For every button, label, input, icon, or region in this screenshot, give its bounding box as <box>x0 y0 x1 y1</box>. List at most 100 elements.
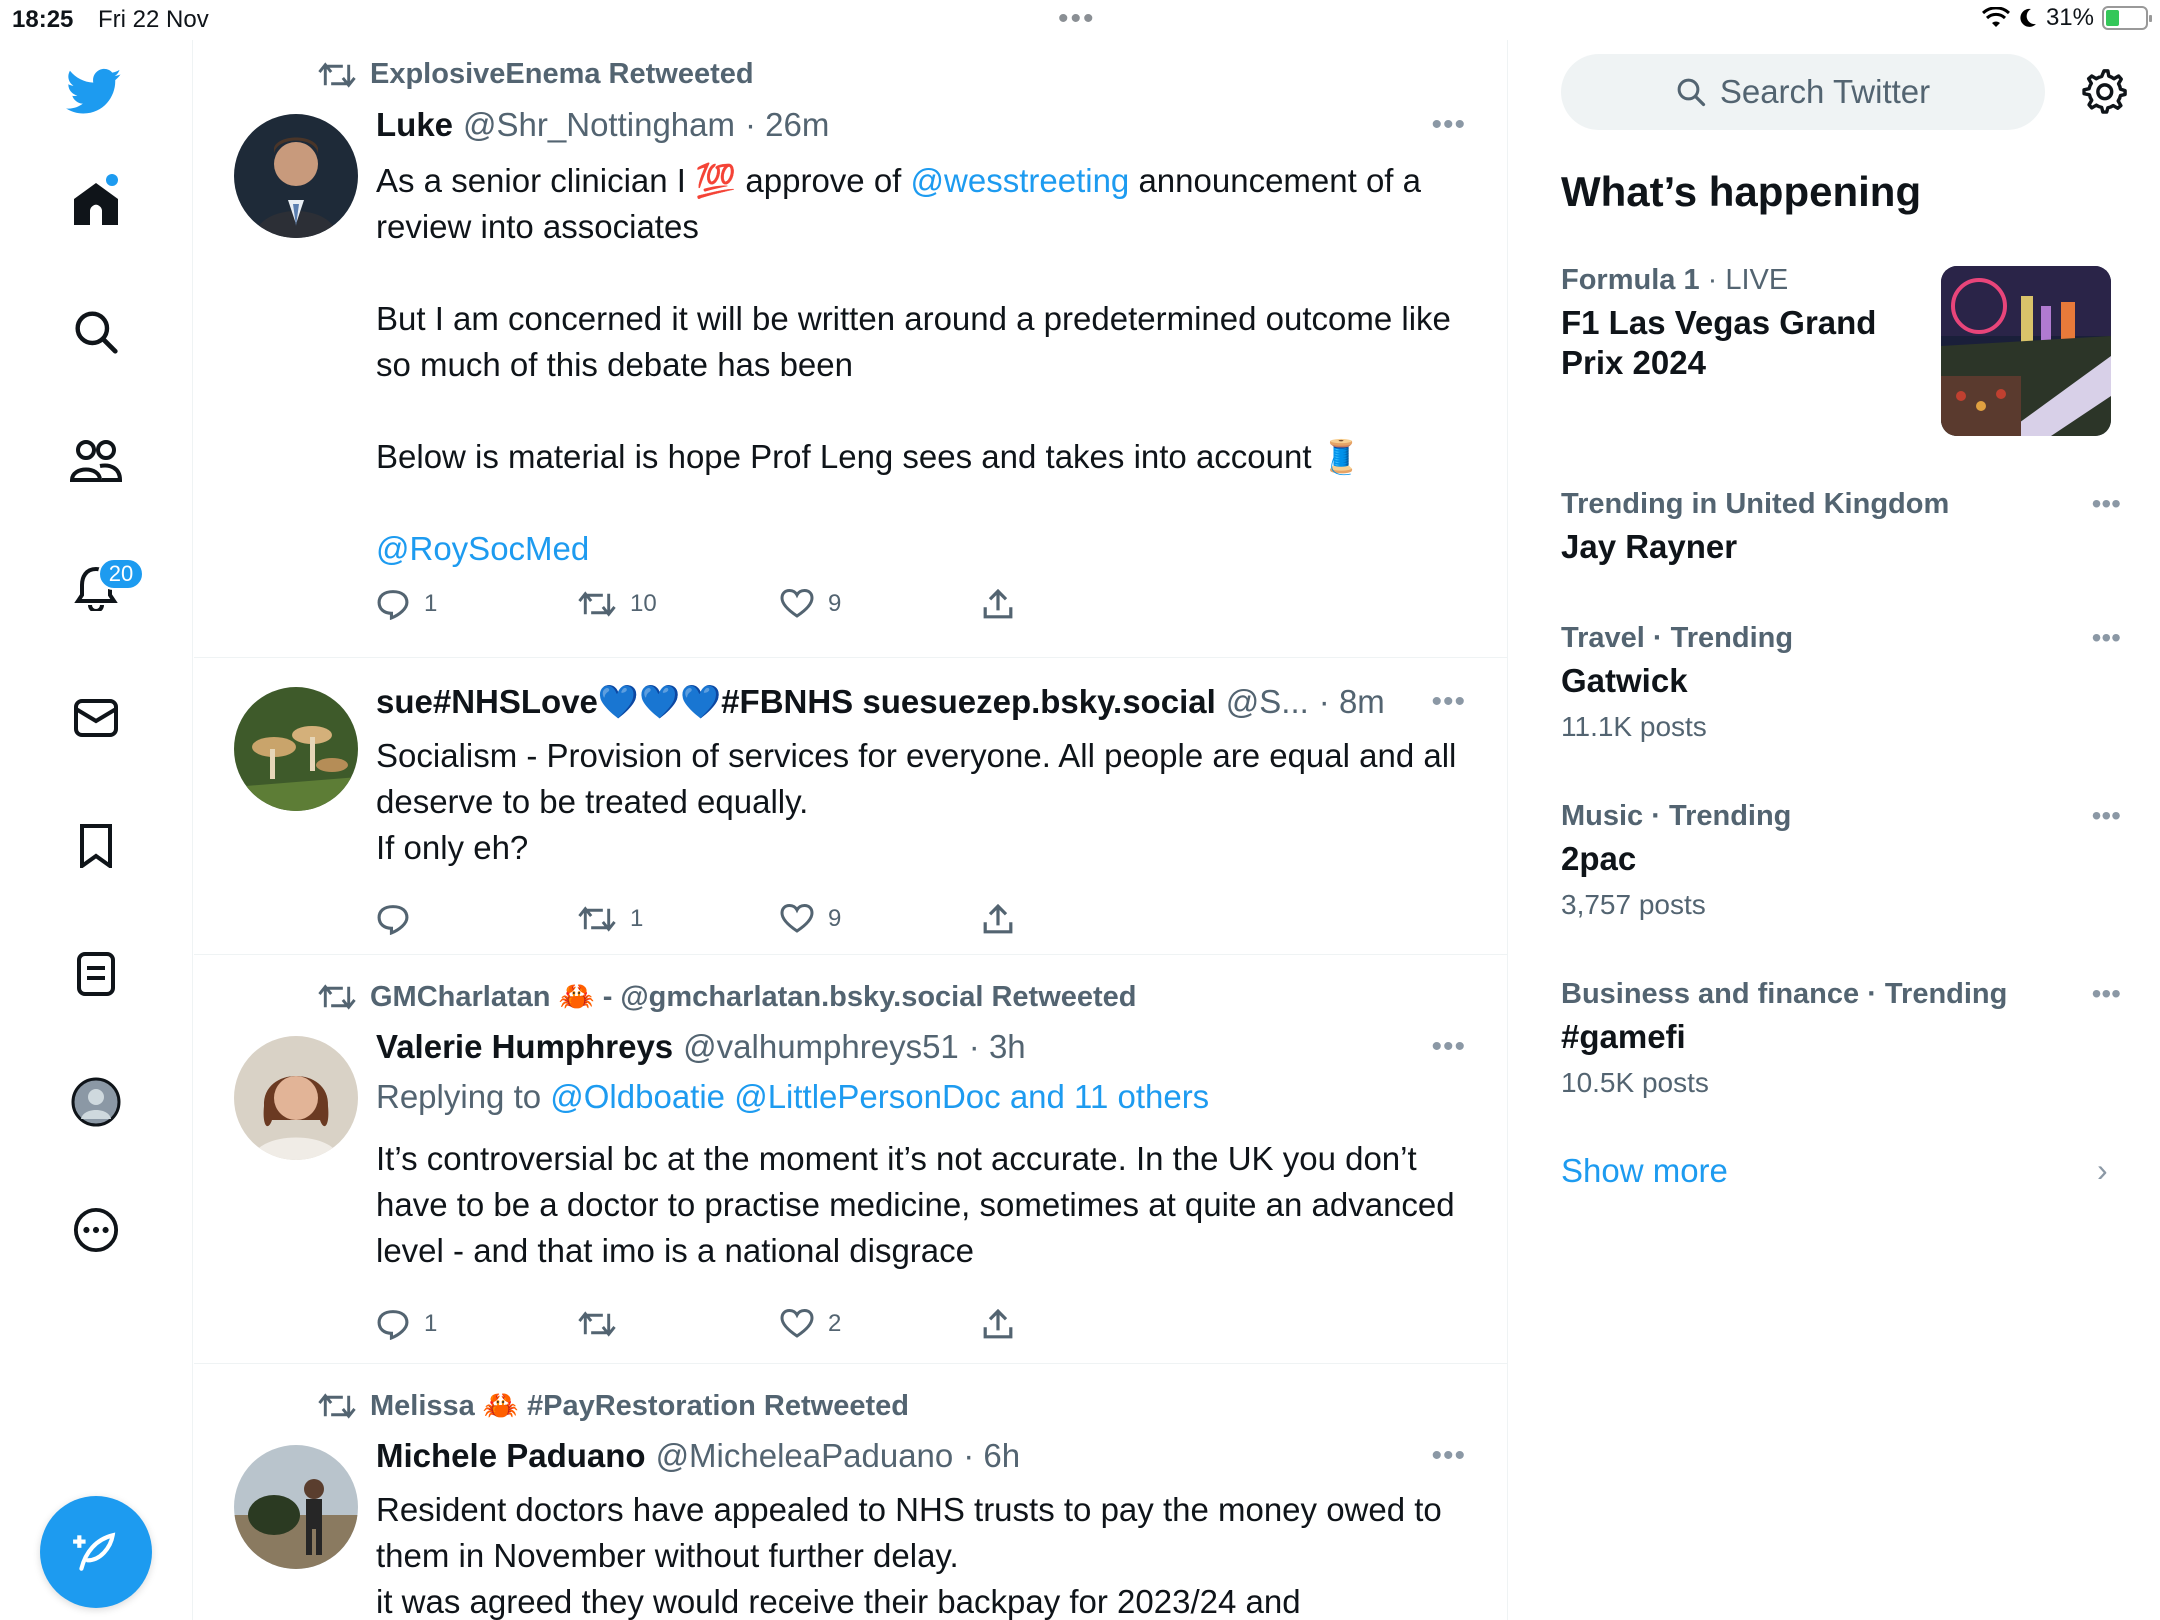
bookmarks-icon[interactable] <box>68 818 124 874</box>
trend-more-icon[interactable]: ••• <box>2092 488 2121 520</box>
trend-post-count: 3,757 posts <box>1561 889 1706 920</box>
author-handle[interactable]: @Shr_Nottingham <box>463 106 735 144</box>
profile-avatar-icon[interactable] <box>68 1074 124 1130</box>
reply-button[interactable]: 1 <box>376 1308 578 1340</box>
author-name[interactable]: Michele Paduano <box>376 1437 646 1475</box>
trend-item[interactable]: Travel · Trending Gatwick 11.1K posts ••… <box>1561 622 2121 743</box>
author-name[interactable]: Luke <box>376 106 453 144</box>
trend-title: Jay Rayner <box>1561 528 1738 565</box>
tweet[interactable]: sue#NHSLove💙💙💙#FBNHS suesuezep.bsky.soci… <box>194 659 1507 955</box>
trend-more-icon[interactable]: ••• <box>2092 622 2121 654</box>
tweet[interactable]: GMCharlatan 🦀 - @gmcharlatan.bsky.social… <box>194 956 1507 1364</box>
tweet[interactable]: ExplosiveEnema Retweeted Luke @Shr_Notti… <box>194 40 1507 658</box>
tweet-time[interactable]: · 3h <box>969 1028 1026 1066</box>
share-button[interactable] <box>982 903 1184 935</box>
battery-percent: 31% <box>2045 4 2094 31</box>
status-right: 31% <box>1981 4 2152 32</box>
trend-item[interactable]: Trending in United Kingdom Jay Rayner ••… <box>1561 488 2121 567</box>
share-icon <box>983 1308 1013 1339</box>
retweet-button[interactable] <box>578 1308 780 1340</box>
tweet-time[interactable]: · 6h <box>963 1437 1020 1475</box>
avatar[interactable] <box>234 1445 358 1569</box>
trend-item[interactable]: Business and finance · Trending #gamefi … <box>1561 978 2121 1099</box>
more-options-icon[interactable] <box>68 1202 124 1258</box>
trend-post-count: 10.5K posts <box>1561 1067 1709 1098</box>
like-count: 9 <box>828 905 842 932</box>
lists-icon[interactable] <box>68 946 124 1002</box>
status-bar: 18:25 Fri 22 Nov ••• 31% <box>0 0 2160 40</box>
settings-gear-icon[interactable] <box>2081 68 2127 119</box>
tweet-more-icon[interactable]: ••• <box>1431 1439 1466 1473</box>
retweet-icon <box>578 1311 616 1337</box>
tweet-actions: 1 9 <box>376 903 1184 935</box>
tweet-more-icon[interactable]: ••• <box>1431 685 1466 719</box>
chevron-right-icon[interactable]: › <box>2097 1152 2108 1189</box>
author-handle[interactable]: @MicheleaPaduano <box>656 1437 954 1475</box>
author-name[interactable]: sue#NHSLove💙💙💙#FBNHS suesuezep.bsky.soci… <box>376 683 1216 722</box>
replying-to: Replying to @Oldboatie @LittlePersonDoc … <box>376 1078 1209 1116</box>
trend-item[interactable]: Formula 1 · LIVE F1 Las Vegas Grand Prix… <box>1561 264 1941 383</box>
tweet-text: It’s controversial bc at the moment it’s… <box>376 1140 1455 1269</box>
twitter-bird-icon[interactable] <box>66 64 122 120</box>
messages-mail-icon[interactable] <box>68 690 124 746</box>
reply-button[interactable] <box>376 903 578 935</box>
trend-thumbnail-image[interactable] <box>1941 266 2111 436</box>
home-timeline: ExplosiveEnema Retweeted Luke @Shr_Notti… <box>194 40 1508 1620</box>
trend-more-icon[interactable]: ••• <box>2092 978 2121 1010</box>
trend-title: F1 Las Vegas Grand Prix 2024 <box>1561 304 1877 381</box>
retweet-icon <box>578 906 616 932</box>
share-button[interactable] <box>982 1308 1184 1340</box>
retweeted-by[interactable]: GMCharlatan 🦀 - @gmcharlatan.bsky.social… <box>370 980 1137 1014</box>
author-name[interactable]: Valerie Humphreys <box>376 1028 673 1066</box>
show-more-link[interactable]: Show more <box>1561 1152 1728 1190</box>
search-placeholder: Search Twitter <box>1719 73 1931 110</box>
avatar[interactable] <box>234 1036 358 1160</box>
tweet-text: Resident doctors have appealed to NHS tr… <box>376 1491 1442 1620</box>
retweet-count: 1 <box>630 905 644 932</box>
whats-happening-heading: What’s happening <box>1561 168 1922 215</box>
tweet-header: Luke @Shr_Nottingham · 26m <box>376 106 829 144</box>
tweet-text-part: As a senior clinician I 💯 approve of <box>376 162 911 199</box>
replying-to-users-link[interactable]: @Oldboatie @LittlePersonDoc and 11 other… <box>550 1078 1209 1115</box>
trend-more-icon[interactable]: ••• <box>2092 800 2121 832</box>
like-button[interactable]: 2 <box>780 1308 982 1340</box>
avatar[interactable] <box>234 687 358 811</box>
author-handle[interactable]: @valhumphreys51 <box>683 1028 959 1066</box>
multitasking-dots-icon[interactable]: ••• <box>1058 2 1096 36</box>
retweet-count: 10 <box>630 590 657 617</box>
retweet-button[interactable]: 10 <box>578 588 780 620</box>
compose-tweet-button[interactable] <box>40 1496 152 1608</box>
retweet-icon <box>318 1393 356 1419</box>
like-button[interactable]: 9 <box>780 588 982 620</box>
tweet[interactable]: Melissa 🦀 #PayRestoration Retweeted Mich… <box>194 1365 1507 1620</box>
author-handle[interactable]: @S... <box>1226 683 1309 721</box>
trend-title: Gatwick <box>1561 662 1688 699</box>
retweeted-by[interactable]: Melissa 🦀 #PayRestoration Retweeted <box>370 1389 909 1423</box>
battery-icon <box>2102 6 2152 30</box>
reply-button[interactable]: 1 <box>376 588 578 620</box>
search-box[interactable]: Search Twitter <box>1561 54 2045 130</box>
tweet-time[interactable]: · 26m <box>745 106 829 144</box>
retweet-icon <box>318 61 356 88</box>
mention-link[interactable]: @wesstreeting <box>911 162 1130 199</box>
trend-live-label: · LIVE <box>1699 264 1789 296</box>
trend-item[interactable]: Music · Trending 2pac 3,757 posts ••• <box>1561 800 2121 921</box>
trend-title: 2pac <box>1561 840 1637 877</box>
avatar[interactable] <box>234 114 358 238</box>
tweet-more-icon[interactable]: ••• <box>1431 1030 1466 1064</box>
reply-icon <box>377 1310 409 1340</box>
tweet-time[interactable]: · 8m <box>1319 683 1385 721</box>
home-unread-dot <box>106 174 118 186</box>
like-button[interactable]: 9 <box>780 903 982 935</box>
retweet-button[interactable]: 1 <box>578 903 780 935</box>
status-date: Fri 22 Nov <box>98 6 209 33</box>
communities-icon[interactable] <box>68 432 124 488</box>
search-icon[interactable] <box>68 304 124 360</box>
tweet-more-icon[interactable]: ••• <box>1431 108 1466 142</box>
compose-feather-icon <box>73 1532 116 1571</box>
mention-link[interactable]: @RoySocMed <box>376 526 1466 572</box>
wifi-icon <box>1981 7 2010 27</box>
retweeted-by[interactable]: ExplosiveEnema Retweeted <box>370 58 754 91</box>
share-button[interactable] <box>982 588 1184 620</box>
tweet-actions: 1 2 <box>376 1308 1184 1340</box>
